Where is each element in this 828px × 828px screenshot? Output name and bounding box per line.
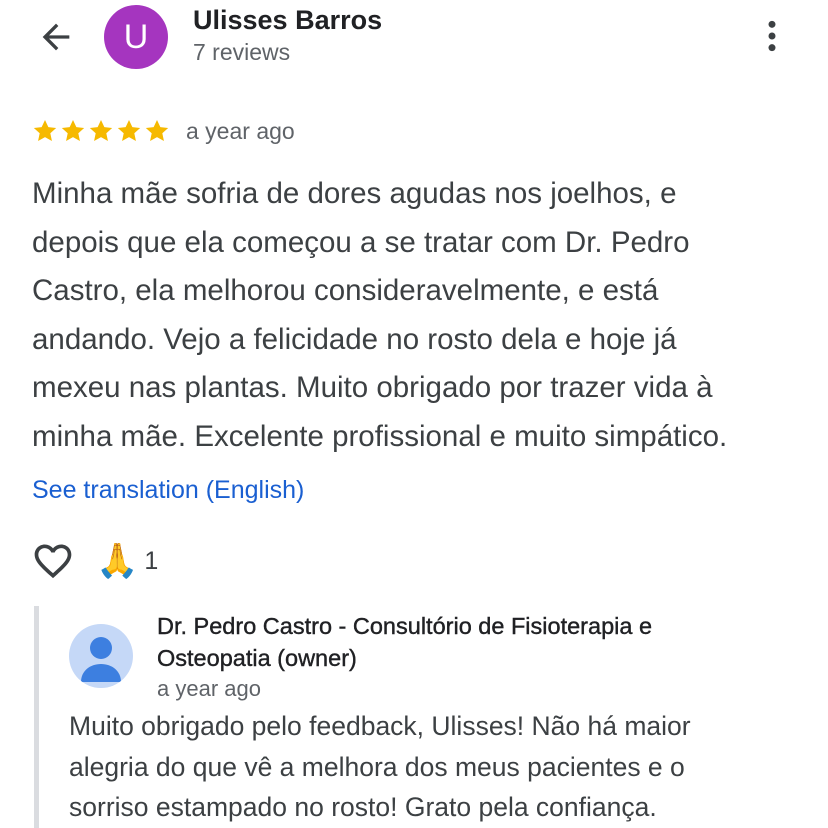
owner-name: Dr. Pedro Castro - Consultório de Fisiot… xyxy=(157,610,777,674)
rating-row: a year ago xyxy=(32,114,295,148)
reviewer-avatar[interactable]: U xyxy=(104,5,168,69)
owner-name-line: Dr. Pedro Castro - Consultório de Fisiot… xyxy=(157,613,653,639)
reply-text-line: Muito obrigado pelo feedback, Ulisses! N… xyxy=(69,711,691,741)
owner-reply: Dr. Pedro Castro - Consultório de Fisiot… xyxy=(34,606,814,828)
review-text-line: depois que ela começou a se tratar com D… xyxy=(32,225,690,259)
star-rating xyxy=(32,118,170,144)
avatar-letter: U xyxy=(123,17,149,56)
person-icon xyxy=(81,637,121,682)
review-text-line: minha mãe. Excelente profissional e muit… xyxy=(32,419,728,453)
see-translation-link[interactable]: See translation (English) xyxy=(32,476,304,505)
reply-text-line: alegria do que vê a melhora dos meus pac… xyxy=(69,751,685,782)
reply-text-line: sorriso estampado no rosto! Grato pela c… xyxy=(69,792,657,822)
star-icon xyxy=(89,119,113,141)
reviewer-review-count: 7 reviews xyxy=(193,39,291,65)
star-icon xyxy=(117,119,141,141)
review-text-line: andando. Vejo a felicidade no rosto dela… xyxy=(32,322,677,356)
review-header: U Ulisses Barros 7 reviews xyxy=(0,0,828,100)
owner-name-line: Osteopatia (owner) xyxy=(157,645,357,671)
star-icon xyxy=(145,119,169,141)
more-options-button[interactable] xyxy=(750,14,794,58)
review-text-line: Castro, ela melhorou consideravelmente, … xyxy=(32,274,659,307)
owner-avatar xyxy=(69,624,133,688)
heart-outline-icon xyxy=(34,544,72,579)
reactions-row: 🙏 1 xyxy=(30,536,158,586)
pray-reaction[interactable]: 🙏 xyxy=(96,544,138,578)
reply-text: Muito obrigado pelo feedback, Ulisses! N… xyxy=(69,706,809,828)
reviewer-name[interactable]: Ulisses Barros xyxy=(193,5,382,36)
star-icon xyxy=(33,119,57,141)
review-time: a year ago xyxy=(186,117,295,144)
reaction-count: 1 xyxy=(144,546,159,575)
review-text-line: mexeu nas plantas. Muito obrigado por tr… xyxy=(32,371,713,404)
star-icon xyxy=(61,119,85,141)
reply-time: a year ago xyxy=(157,676,261,701)
more-vertical-icon xyxy=(768,20,776,52)
back-button[interactable] xyxy=(30,14,82,60)
review-text: Minha mãe sofria de dores agudas nos joe… xyxy=(32,170,807,461)
arrow-left-icon xyxy=(42,23,70,51)
like-button[interactable] xyxy=(30,538,76,584)
review-text-line: Minha mãe sofria de dores agudas nos joe… xyxy=(32,177,677,210)
